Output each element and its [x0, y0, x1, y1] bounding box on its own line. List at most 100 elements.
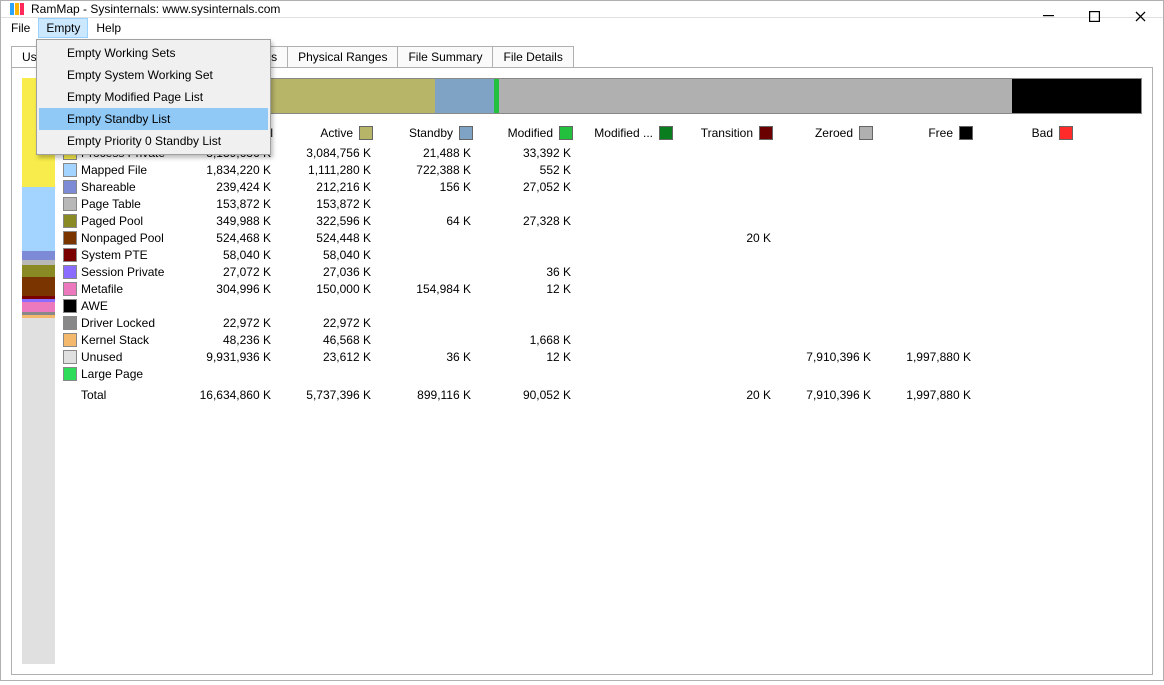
- cell-standby: 722,388 K: [381, 163, 481, 177]
- table-row[interactable]: Session Private27,072 K27,036 K36 K: [63, 263, 1142, 280]
- menu-empty[interactable]: Empty: [38, 18, 88, 38]
- cell-total: 58,040 K: [181, 248, 281, 262]
- swatch-modified-icon: [559, 126, 573, 140]
- cell-transition: 20 K: [681, 231, 781, 245]
- cell-modified: 33,392 K: [481, 146, 581, 160]
- menu-help[interactable]: Help: [88, 18, 129, 38]
- header-free: Free: [928, 126, 953, 140]
- menubar: File Empty Help Empty Working Sets Empty…: [1, 18, 1163, 39]
- row-swatch-icon: [63, 350, 77, 364]
- cell-standby: 64 K: [381, 214, 481, 228]
- bar-seg-free: [1012, 79, 1141, 113]
- side-seg-mapped-file: [22, 187, 55, 251]
- menu-file[interactable]: File: [3, 18, 38, 38]
- cell-zeroed: 7,910,396 K: [781, 388, 881, 402]
- tab-physical-ranges[interactable]: Physical Ranges: [287, 46, 398, 67]
- tab-file-summary[interactable]: File Summary: [397, 46, 493, 67]
- cell-active: 3,084,756 K: [281, 146, 381, 160]
- table-row-total: Total16,634,860 K5,737,396 K899,116 K90,…: [63, 386, 1142, 403]
- menu-empty-working-sets[interactable]: Empty Working Sets: [39, 42, 268, 64]
- swatch-active-icon: [359, 126, 373, 140]
- main-panel: Total Active Standby Modified Modified .…: [63, 78, 1142, 664]
- cell-transition: 20 K: [681, 388, 781, 402]
- swatch-transition-icon: [759, 126, 773, 140]
- cell-total: 22,972 K: [181, 316, 281, 330]
- cell-standby: 154,984 K: [381, 282, 481, 296]
- cell-active: 23,612 K: [281, 350, 381, 364]
- cell-modified: 12 K: [481, 282, 581, 296]
- menu-empty-standby[interactable]: Empty Standby List: [39, 108, 268, 130]
- cell-total: 153,872 K: [181, 197, 281, 211]
- cell-total: 48,236 K: [181, 333, 281, 347]
- cell-total: 1,834,220 K: [181, 163, 281, 177]
- row-swatch-icon: [63, 248, 77, 262]
- cell-active: 212,216 K: [281, 180, 381, 194]
- row-label: Total: [81, 388, 181, 402]
- cell-active: 524,448 K: [281, 231, 381, 245]
- cell-modified: 1,668 K: [481, 333, 581, 347]
- cell-active: 27,036 K: [281, 265, 381, 279]
- cell-active: 153,872 K: [281, 197, 381, 211]
- row-label: Kernel Stack: [81, 333, 181, 347]
- window-title: RamMap - Sysinternals: www.sysinternals.…: [31, 2, 280, 16]
- tab-content: Total Active Standby Modified Modified .…: [11, 67, 1153, 675]
- table-row[interactable]: Shareable239,424 K212,216 K156 K27,052 K: [63, 178, 1142, 195]
- swatch-zeroed-icon: [859, 126, 873, 140]
- row-swatch-icon: [63, 316, 77, 330]
- cell-active: 150,000 K: [281, 282, 381, 296]
- row-swatch-icon: [63, 163, 77, 177]
- header-active: Active: [320, 126, 353, 140]
- cell-standby: 156 K: [381, 180, 481, 194]
- tab-file-details[interactable]: File Details: [492, 46, 573, 67]
- swatch-standby-icon: [459, 126, 473, 140]
- cell-standby: 21,488 K: [381, 146, 481, 160]
- cell-active: 5,737,396 K: [281, 388, 381, 402]
- cell-active: 46,568 K: [281, 333, 381, 347]
- swatch-free-icon: [959, 126, 973, 140]
- cell-total: 9,931,936 K: [181, 350, 281, 364]
- row-label: Mapped File: [81, 163, 181, 177]
- app-window: RamMap - Sysinternals: www.sysinternals.…: [0, 0, 1164, 681]
- table-row[interactable]: System PTE58,040 K58,040 K: [63, 246, 1142, 263]
- row-label: Paged Pool: [81, 214, 181, 228]
- cell-modified: 27,052 K: [481, 180, 581, 194]
- header-modified-nw: Modified ...: [594, 126, 653, 140]
- row-label: Metafile: [81, 282, 181, 296]
- use-sidebar-chart: [22, 78, 55, 664]
- row-swatch-icon: [63, 333, 77, 347]
- table-row[interactable]: Page Table153,872 K153,872 K: [63, 195, 1142, 212]
- row-swatch-icon: [63, 231, 77, 245]
- table-row[interactable]: Kernel Stack48,236 K46,568 K 1,668 K: [63, 331, 1142, 348]
- menu-empty-priority0[interactable]: Empty Priority 0 Standby List: [39, 130, 268, 152]
- cell-total: 239,424 K: [181, 180, 281, 194]
- table-row[interactable]: Mapped File1,834,220 K1,111,280 K722,388…: [63, 161, 1142, 178]
- cell-active: 58,040 K: [281, 248, 381, 262]
- swatch-bad-icon: [1059, 126, 1073, 140]
- menu-empty-system-ws[interactable]: Empty System Working Set: [39, 64, 268, 86]
- row-label: AWE: [81, 299, 181, 313]
- table-row[interactable]: Metafile304,996 K150,000 K154,984 K12 K: [63, 280, 1142, 297]
- cell-standby: 36 K: [381, 350, 481, 364]
- menu-empty-modified[interactable]: Empty Modified Page List: [39, 86, 268, 108]
- header-standby: Standby: [409, 126, 453, 140]
- table-row[interactable]: AWE: [63, 297, 1142, 314]
- table-row[interactable]: Nonpaged Pool524,468 K524,448 K20 K: [63, 229, 1142, 246]
- row-swatch-icon: [63, 180, 77, 194]
- cell-zeroed: 7,910,396 K: [781, 350, 881, 364]
- titlebar[interactable]: RamMap - Sysinternals: www.sysinternals.…: [1, 1, 1163, 18]
- cell-total: 349,988 K: [181, 214, 281, 228]
- cell-active: 322,596 K: [281, 214, 381, 228]
- table-row[interactable]: Unused9,931,936 K23,612 K36 K12 K7,910,3…: [63, 348, 1142, 365]
- side-seg-unused: [22, 318, 55, 664]
- menu-empty-dropdown: Empty Working Sets Empty System Working …: [36, 39, 271, 155]
- table-row[interactable]: Large Page: [63, 365, 1142, 382]
- side-seg-nonpaged-pool: [22, 277, 55, 295]
- header-modified: Modified: [508, 126, 553, 140]
- row-swatch-icon: [63, 388, 77, 402]
- cell-free: 1,997,880 K: [881, 350, 981, 364]
- row-swatch-icon: [63, 367, 77, 381]
- side-seg-metafile: [22, 302, 55, 313]
- table-row[interactable]: Driver Locked22,972 K22,972 K: [63, 314, 1142, 331]
- table-row[interactable]: Paged Pool349,988 K322,596 K64 K27,328 K: [63, 212, 1142, 229]
- app-icon: [9, 1, 25, 17]
